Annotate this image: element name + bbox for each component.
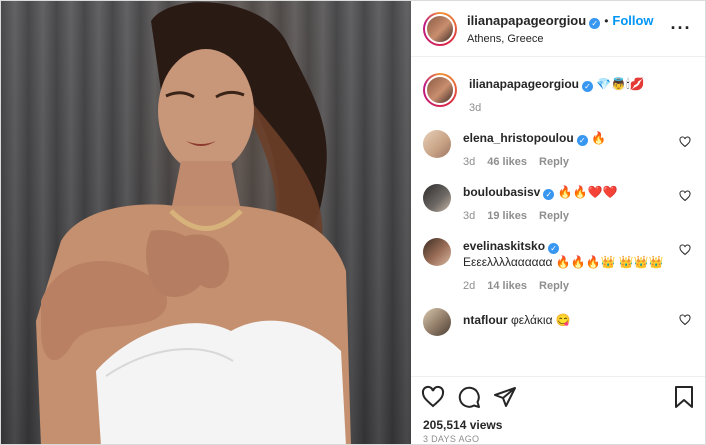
author-username[interactable]: ilianapapageorgiou (467, 13, 586, 28)
verified-badge-icon: ✓ (543, 189, 555, 200)
verified-badge-icon: ✓ (576, 135, 588, 146)
heart-icon[interactable] (679, 244, 691, 256)
commenter-avatar[interactable] (423, 308, 451, 336)
caption: ilianapapageorgiou ✓ 💎👼🕯💋 3d (423, 73, 693, 116)
caption-username[interactable]: ilianapapageorgiou (469, 77, 579, 91)
heart-icon[interactable] (421, 385, 445, 409)
action-bar (411, 376, 705, 416)
post-video[interactable] (1, 1, 411, 444)
comment-likes[interactable]: 19 likes (487, 210, 527, 222)
reply-button[interactable]: Reply (539, 156, 569, 168)
comment-likes[interactable]: 14 likes (487, 280, 527, 292)
caption-text: 💎👼🕯💋 (596, 77, 645, 91)
verified-badge-icon: ✓ (582, 81, 594, 92)
commenter-avatar[interactable] (423, 238, 451, 266)
comment-text: 🔥🔥❤️❤️ (557, 185, 618, 199)
comment-text: 🔥 (591, 131, 606, 145)
comment-icon[interactable] (457, 385, 481, 409)
view-count[interactable]: 205,514 views (411, 416, 705, 434)
post-location[interactable]: Athens, Greece (467, 33, 669, 46)
author-avatar[interactable] (423, 11, 457, 46)
commenter-avatar[interactable] (423, 130, 451, 158)
more-options-icon[interactable]: ··· (669, 18, 693, 39)
post-sidebar: ilianapapageorgiou ✓ • Follow Athens, Greec… (411, 1, 705, 444)
comment-text: φελάκια 😋 (511, 313, 571, 327)
reply-button[interactable]: Reply (539, 210, 569, 222)
comment-row: elena_hristopoulou ✓ 🔥 3d 46 likes Reply (423, 130, 693, 170)
commenter-username[interactable]: bouloubasisv (463, 185, 540, 199)
caption-avatar[interactable] (423, 73, 457, 107)
comment-row: bouloubasisv ✓ 🔥🔥❤️❤️ 3d 19 likes Reply (423, 184, 693, 224)
commenter-username[interactable]: elena_hristopoulou (463, 131, 574, 145)
post-header: ilianapapageorgiou ✓ • Follow Athens, Greec… (411, 1, 705, 57)
comment-time[interactable]: 3d (463, 210, 475, 222)
share-icon[interactable] (493, 385, 517, 409)
heart-icon[interactable] (679, 314, 691, 326)
comment-likes[interactable]: 46 likes (487, 156, 527, 168)
heart-icon[interactable] (679, 136, 691, 148)
caption-time[interactable]: 3d (469, 102, 481, 114)
separator-dot: • (604, 13, 609, 28)
comment-time[interactable]: 2d (463, 280, 475, 292)
comment-text: Εεεελλλλαααααα 🔥🔥🔥👑 👑👑👑 (463, 255, 664, 269)
post-date[interactable]: 3 DAYS AGO (411, 434, 705, 444)
comments-list: ilianapapageorgiou ✓ 💎👼🕯💋 3d elena_hristo… (411, 57, 705, 376)
comment-time[interactable]: 3d (463, 156, 475, 168)
verified-badge-icon: ✓ (548, 243, 560, 254)
video-figure (36, 2, 351, 444)
reply-button[interactable]: Reply (539, 280, 569, 292)
commenter-avatar[interactable] (423, 184, 451, 212)
bookmark-icon[interactable] (673, 385, 695, 409)
instagram-post: ilianapapageorgiou ✓ • Follow Athens, Greec… (0, 0, 706, 445)
verified-badge-icon: ✓ (589, 17, 601, 29)
comment-row: ntaflour φελάκια 😋 (423, 308, 693, 336)
heart-icon[interactable] (679, 190, 691, 202)
comment-row: evelinaskitsko ✓ Εεεελλλλαααααα 🔥🔥🔥👑 👑👑👑 … (423, 238, 693, 294)
follow-button[interactable]: Follow (612, 13, 653, 28)
commenter-username[interactable]: evelinaskitsko (463, 239, 545, 253)
commenter-username[interactable]: ntaflour (463, 313, 508, 327)
